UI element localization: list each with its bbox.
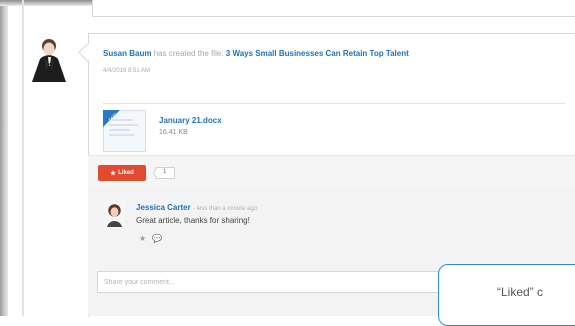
action-text: has created the file: <box>153 49 224 58</box>
comment-author-line: Jessica Carter - less than a minute ago <box>136 203 257 212</box>
like-count: 1 <box>163 169 167 175</box>
star-icon <box>110 170 116 176</box>
document-thumbnail[interactable]: DOC <box>103 110 146 152</box>
liked-label: Liked <box>118 170 134 176</box>
post-headline: Susan Baum has created the file: 3 Ways … <box>103 49 409 58</box>
callout-text: “Liked” c <box>497 285 544 299</box>
author-link[interactable]: Susan Baum <box>103 49 151 58</box>
previous-post-card <box>92 0 575 17</box>
attachment-file-name[interactable]: January 21.docx <box>159 116 222 125</box>
star-icon[interactable]: ★ <box>139 234 146 243</box>
poster-avatar[interactable] <box>28 36 70 82</box>
comment-timestamp: - less than a minute ago <box>192 206 257 212</box>
speech-bubble-icon[interactable]: 💬 <box>152 234 162 243</box>
post-title-link[interactable]: 3 Ways Small Businesses Can Retain Top T… <box>226 49 409 58</box>
divider <box>103 103 565 104</box>
post-timestamp: 4/4/2016 8:51 AM <box>103 68 151 74</box>
commenter-avatar[interactable] <box>104 201 125 228</box>
comment-text: Great article, thanks for sharing! <box>136 216 250 225</box>
like-count-badge[interactable]: 1 <box>153 167 175 179</box>
window-shadow-left <box>0 0 8 316</box>
liked-button[interactable]: Liked <box>98 165 146 181</box>
comment-actions: ★ 💬 <box>139 234 162 243</box>
comment-author-link[interactable]: Jessica Carter <box>136 203 191 212</box>
timeline-line <box>22 0 24 316</box>
attachment-file-size: 16.41 KB <box>159 129 188 136</box>
